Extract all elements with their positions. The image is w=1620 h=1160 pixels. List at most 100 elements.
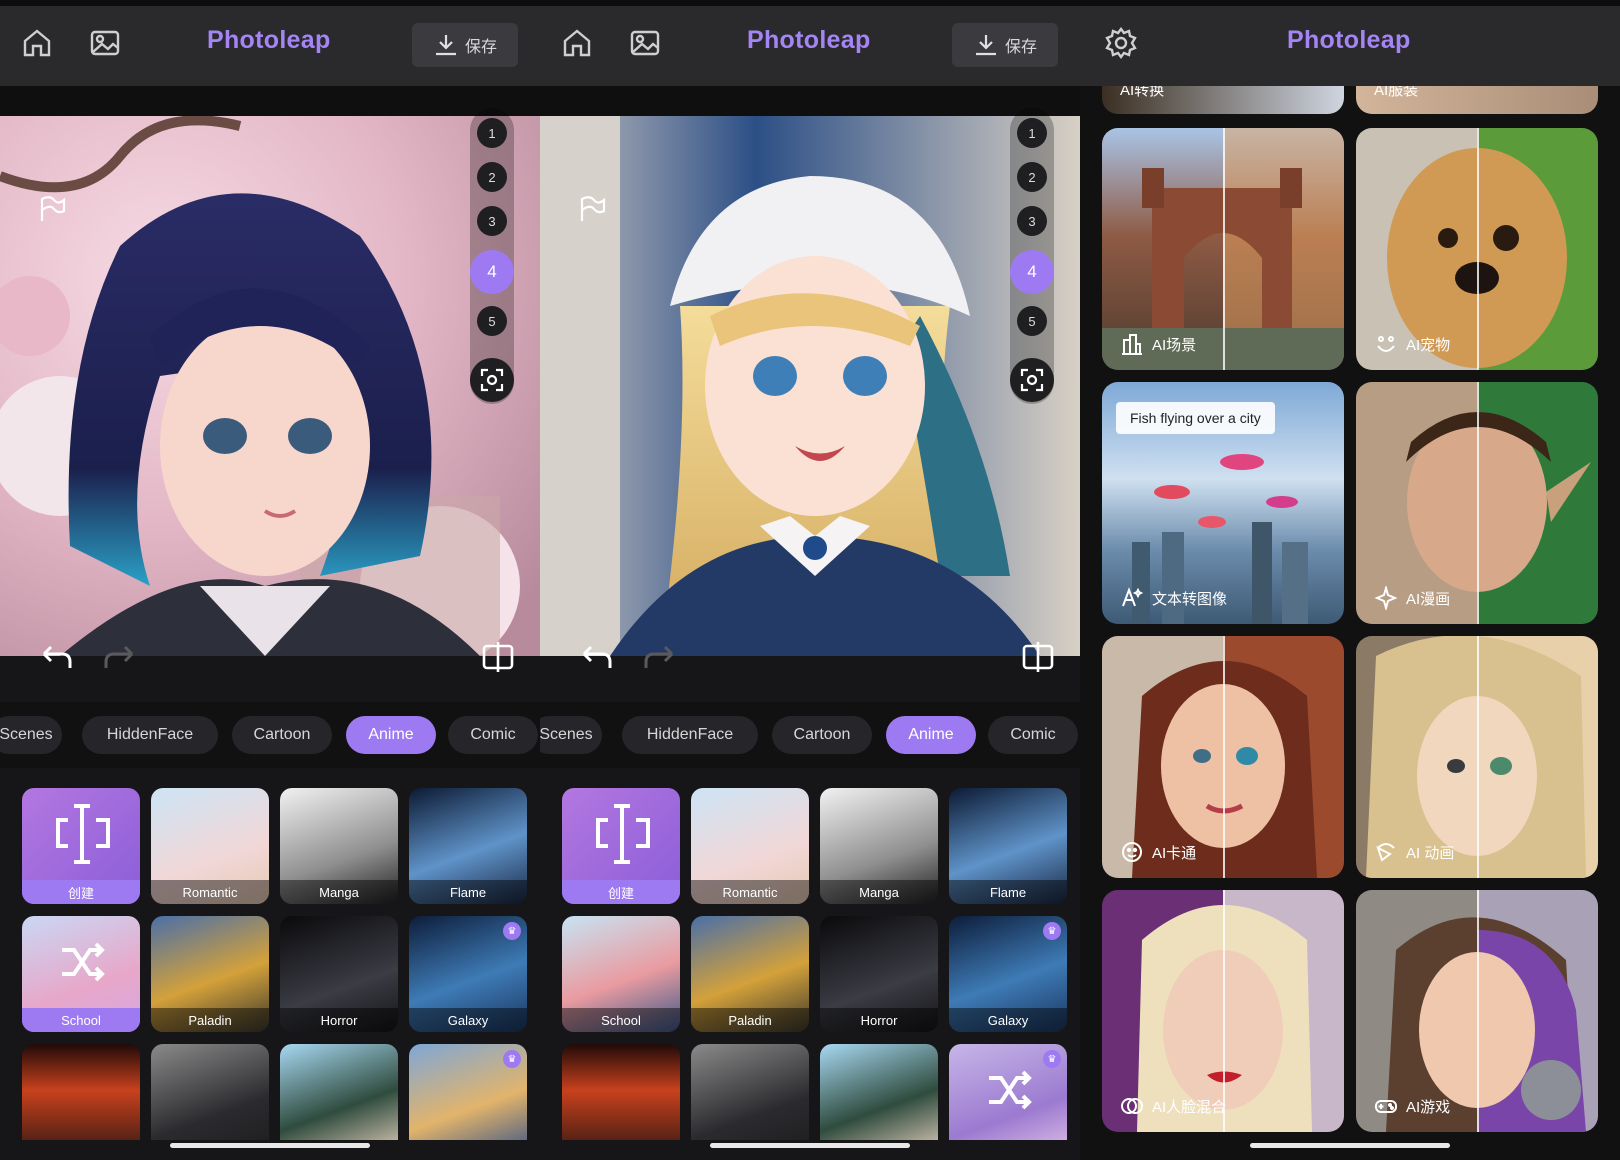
gear-icon[interactable] [1104,26,1138,60]
style-tile-portrait[interactable] [691,1044,809,1140]
editor-canvas[interactable] [540,86,1080,656]
flag-icon[interactable] [576,194,606,224]
step-3[interactable]: 3 [1017,206,1047,236]
fullscreen-icon[interactable] [1010,358,1054,402]
style-tile-portrait[interactable] [151,1044,269,1140]
home-icon[interactable] [20,26,54,60]
style-tile-manga[interactable]: Manga [820,788,938,904]
tab-hiddenface[interactable]: HiddenFace [622,716,758,754]
feature-card-ai-animation[interactable]: AI 动画 [1356,636,1598,878]
feature-card-ai-scene[interactable]: AI场景 [1102,128,1344,370]
style-tile-school-selected[interactable]: School [22,916,140,1032]
feature-card-ai-comic[interactable]: AI漫画 [1356,382,1598,624]
compare-icon[interactable] [478,640,518,672]
step-1[interactable]: 1 [1017,118,1047,148]
step-5[interactable]: 5 [1017,306,1047,336]
style-tile-flame[interactable]: Flame [949,788,1067,904]
redo-icon [644,645,674,668]
step-3[interactable]: 3 [477,206,507,236]
style-tile-outdoor[interactable] [820,1044,938,1140]
crown-icon: ♛ [503,922,521,940]
style-tile-paladin[interactable]: Paladin [151,916,269,1032]
redo-icon [104,645,134,668]
fullscreen-icon[interactable] [470,358,514,402]
style-tile-romantic[interactable]: Romantic [691,788,809,904]
style-tile-fire[interactable] [22,1044,140,1140]
tab-comic[interactable]: Comic [448,716,538,754]
home-indicator [170,1143,370,1148]
compare-icon[interactable] [1018,640,1058,672]
style-grid: 创建 Romantic Manga Flame School Paladin H… [540,778,1080,1140]
undo-icon[interactable] [576,640,616,672]
style-tile-fire[interactable] [562,1044,680,1140]
style-tile-create[interactable]: 创建 [22,788,140,904]
style-tile-manga[interactable]: Manga [280,788,398,904]
top-bar: Photoleap [1080,0,1620,86]
top-bar: Photoleap 保存 [540,0,1080,86]
tab-comic[interactable]: Comic [988,716,1078,754]
anime-portrait-image [540,116,1080,656]
home-indicator [1250,1143,1450,1148]
flag-icon[interactable] [36,194,66,224]
save-button[interactable]: 保存 [412,23,518,67]
style-grid: 创建 Romantic Manga Flame School Paladin H… [0,778,540,1140]
feature-card-ai-pet[interactable]: AI宠物 [1356,128,1598,370]
text-to-image-icon [1122,587,1144,607]
style-tile-galaxy[interactable]: ♛ Galaxy [409,916,527,1032]
tab-anime[interactable]: Anime [346,716,436,754]
tab-cartoon[interactable]: Cartoon [232,716,332,754]
style-tile-flame[interactable]: Flame [409,788,527,904]
animation-icon [1376,843,1395,862]
tab-hiddenface[interactable]: HiddenFace [82,716,218,754]
step-4-active[interactable]: 4 [470,250,514,294]
step-2[interactable]: 2 [477,162,507,192]
save-button[interactable]: 保存 [952,23,1058,67]
cartoon-icon [1122,842,1142,862]
editor-canvas[interactable] [0,86,540,656]
style-tile-romantic[interactable]: Romantic [151,788,269,904]
feature-card-text-to-image[interactable]: Fish flying over a city 文本转图像 [1102,382,1344,624]
style-tile-paladin[interactable]: Paladin [691,916,809,1032]
gallery-icon[interactable] [88,26,122,60]
style-tile-create[interactable]: 创建 [562,788,680,904]
style-tabs: Scenes HiddenFace Cartoon Anime Comic [540,702,1080,768]
step-4-active[interactable]: 4 [1010,250,1054,294]
feature-grid: AI转换 AI服装 AI场景 AI宠物 Fish flying over a c… [1080,86,1620,1136]
feature-card-ai-game[interactable]: AI游戏 [1356,890,1598,1132]
gallery-icon[interactable] [628,26,662,60]
style-tile-horror[interactable]: Horror [280,916,398,1032]
home-icon[interactable] [560,26,594,60]
create-icon [56,804,110,864]
gamepad-icon [1375,1100,1397,1113]
style-tile-random[interactable]: ♛ [949,1044,1067,1140]
feature-card-ai-outfit[interactable]: AI服装 [1356,86,1598,114]
crown-icon: ♛ [1043,1050,1061,1068]
style-tile-galaxy[interactable]: ♛ Galaxy [949,916,1067,1032]
pet-icon [1377,336,1395,352]
step-5[interactable]: 5 [477,306,507,336]
top-bar: Photoleap 保存 [0,0,540,86]
style-tile-horror[interactable]: Horror [820,916,938,1032]
editor-panel-middle: Photoleap 保存 1 2 3 4 5 Scenes HiddenFace… [540,0,1080,1160]
style-tile-outdoor[interactable] [280,1044,398,1140]
tab-scenes[interactable]: Scenes [540,716,602,754]
crown-icon: ♛ [503,1050,521,1068]
feature-panel: Photoleap AI转换 AI服装 AI场景 AI宠物 Fish flyin… [1080,0,1620,1160]
feature-card-ai-transform[interactable]: AI转换 [1102,86,1344,114]
style-tile-school[interactable]: School [562,916,680,1032]
feature-card-ai-face-mix[interactable]: AI人脸混合 [1102,890,1344,1132]
tab-scenes[interactable]: Scenes [0,716,62,754]
tab-cartoon[interactable]: Cartoon [772,716,872,754]
step-2[interactable]: 2 [1017,162,1047,192]
sparkle-icon [1374,586,1398,610]
anime-portrait-image [0,116,540,656]
app-title: Photoleap [1287,26,1411,54]
download-icon [975,35,996,56]
app-title: Photoleap [747,26,871,54]
save-label: 保存 [464,39,497,56]
undo-icon[interactable] [36,640,76,672]
style-tile-golden[interactable]: ♛ [409,1044,527,1140]
feature-card-ai-cartoon[interactable]: AI卡通 [1102,636,1344,878]
step-1[interactable]: 1 [477,118,507,148]
tab-anime[interactable]: Anime [886,716,976,754]
